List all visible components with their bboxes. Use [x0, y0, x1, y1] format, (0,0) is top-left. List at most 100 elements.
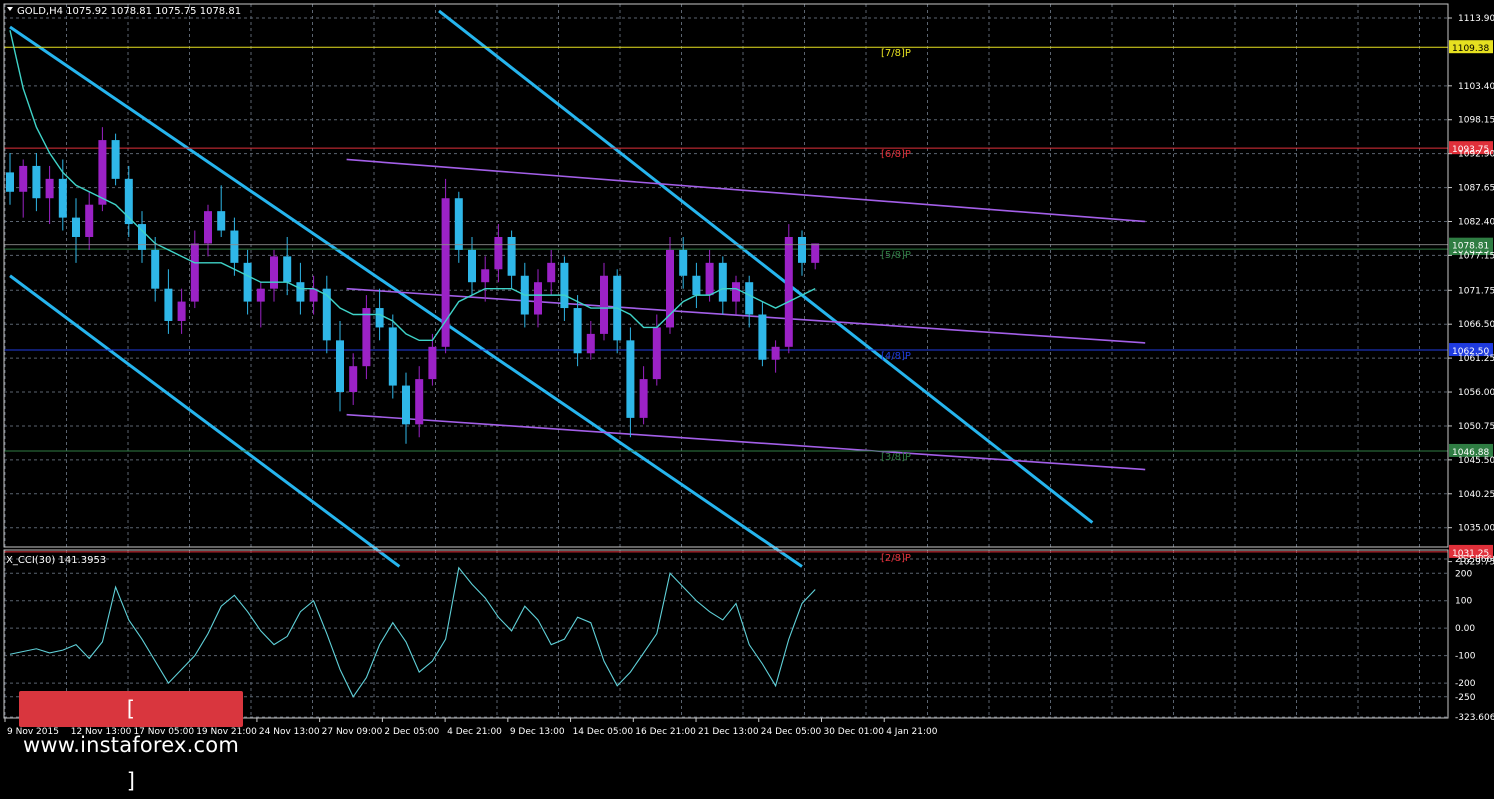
- cci-y-tick-label: 200: [1455, 569, 1472, 579]
- murrey-label-5-8: [5/8]P: [881, 250, 911, 261]
- candle-body: [45, 178, 54, 199]
- channel-line-cyan-upper: [438, 9, 1094, 524]
- candle-body: [19, 165, 28, 192]
- x-tick-label: 30 Dec 01:00: [823, 727, 884, 737]
- candle-body: [256, 288, 265, 302]
- x-tick-label: 2 Dec 05:00: [384, 727, 439, 737]
- murrey-label-2-8: [2/8]P: [881, 553, 911, 564]
- channel-line-cyan-middle: [9, 25, 803, 568]
- y-tick-label: 1066.50: [1458, 320, 1494, 330]
- candle-body: [98, 140, 107, 205]
- candle-body: [336, 340, 344, 393]
- y-tick-label: 1071.75: [1458, 286, 1494, 296]
- candle-body: [204, 211, 212, 244]
- candle-body: [72, 217, 80, 237]
- candle-body: [798, 236, 806, 263]
- candle-body: [388, 327, 397, 386]
- candle-body: [666, 249, 674, 328]
- candle-body: [586, 333, 595, 354]
- x-tick-label: 16 Dec 21:00: [635, 727, 696, 737]
- cci-y-tick-label: 0.00: [1455, 624, 1475, 634]
- y-tick-label: 1103.40: [1458, 82, 1494, 92]
- candle-body: [230, 230, 239, 263]
- candle-body: [732, 282, 740, 302]
- candle-body: [322, 288, 331, 341]
- symbol-header-text: GOLD,H4 1075.92 1078.81 1075.75 1078.81: [17, 6, 241, 17]
- candle-body: [718, 262, 727, 302]
- x-tick-label: 24 Dec 05:00: [761, 727, 822, 737]
- x-tick-label: 9 Dec 13:00: [510, 727, 565, 737]
- candle-body: [784, 236, 793, 347]
- candle-body: [771, 346, 780, 360]
- chart-window: [7/8]P 1109.38 [6/8]P 1093.75 [5/8]P 1078.13[…: [0, 0, 1494, 793]
- cci-y-tick-label: -200: [1455, 679, 1476, 689]
- cci-y-tick-label: -100: [1455, 652, 1476, 662]
- murrey-label-3-8: [3/8]P: [881, 452, 911, 463]
- channel-line-purple-lower: [346, 413, 1146, 471]
- candle-body: [481, 269, 490, 283]
- candle-body: [600, 275, 608, 334]
- candle-body: [151, 249, 160, 289]
- y-tick-label: 1077.15: [1458, 251, 1494, 261]
- murrey-label-4-8: [4/8]P: [881, 351, 911, 362]
- murrey-label-6-8: [6/8]P: [881, 149, 911, 160]
- candle-body: [111, 140, 120, 179]
- candle-body: [692, 275, 701, 296]
- candle-body: [560, 262, 569, 309]
- candle-body: [296, 282, 305, 302]
- chart-svg: [7/8]P 1109.38[6/8]P 1093.75[5/8]P 1078.13[…: [3, 3, 1494, 737]
- candle-body: [652, 327, 661, 380]
- x-tick-label: 27 Nov 09:00: [322, 727, 383, 737]
- cci-header-text: X_CCI(30) 141.3953: [6, 555, 106, 566]
- cci-y-tick-label: -250: [1455, 693, 1476, 703]
- candle-body: [745, 282, 754, 315]
- candle-body: [573, 308, 582, 354]
- candle-body: [428, 346, 437, 380]
- candle-body: [270, 256, 278, 289]
- y-tick-label: 1087.65: [1458, 184, 1494, 194]
- y-tick-label: 1045.50: [1458, 456, 1494, 466]
- candle-body: [507, 236, 516, 276]
- cci-y-tick-label: 100: [1455, 597, 1472, 607]
- y-tick-label: 1113.90: [1458, 14, 1494, 24]
- candle-body: [375, 308, 384, 328]
- candle-body: [217, 211, 226, 231]
- candle-body: [758, 314, 767, 360]
- candle-body: [362, 308, 371, 367]
- candle-body: [164, 288, 173, 321]
- y-tick-label: 1092.90: [1458, 150, 1494, 160]
- candle-body: [639, 379, 648, 418]
- x-tick-label: 14 Dec 05:00: [573, 727, 634, 737]
- y-tick-label: 1098.15: [1458, 116, 1494, 126]
- y-tick-label: 1050.75: [1458, 422, 1494, 432]
- y-tick-label: 1082.40: [1458, 217, 1494, 227]
- candle-body: [679, 249, 688, 276]
- cci-y-tick-label: 252.0668: [1455, 555, 1494, 565]
- y-tick-label: 1061.25: [1458, 354, 1494, 364]
- candle-body: [85, 204, 94, 237]
- candle-body: [534, 282, 542, 315]
- candle-body: [6, 172, 14, 192]
- candle-body: [349, 366, 358, 393]
- candle-body: [177, 301, 186, 321]
- header-dropdown-icon[interactable]: [7, 7, 13, 11]
- candle-body: [32, 165, 41, 199]
- candle-body: [283, 256, 292, 283]
- x-tick-label: 21 Dec 13:00: [698, 727, 759, 737]
- x-tick-label: 4 Dec 21:00: [447, 727, 502, 737]
- instaforex-watermark: [ www.instaforex.com ]: [19, 691, 243, 793]
- candle-body: [415, 379, 424, 425]
- y-tick-label: 1035.00: [1458, 524, 1494, 534]
- candle-body: [705, 262, 714, 296]
- channel-line-cyan-lower: [9, 274, 401, 568]
- cci-y-tick-label: -323.6065: [1455, 713, 1494, 723]
- x-tick-label: 4 Jan 21:00: [886, 727, 938, 737]
- cci-line: [9, 566, 816, 698]
- murrey-label-7-8: [7/8]P: [881, 48, 911, 59]
- candle-body: [243, 262, 252, 302]
- candle-body: [626, 340, 635, 418]
- candle-body: [547, 262, 556, 283]
- candle-body: [190, 243, 199, 302]
- candle-body: [58, 178, 67, 218]
- candle-body: [468, 249, 476, 283]
